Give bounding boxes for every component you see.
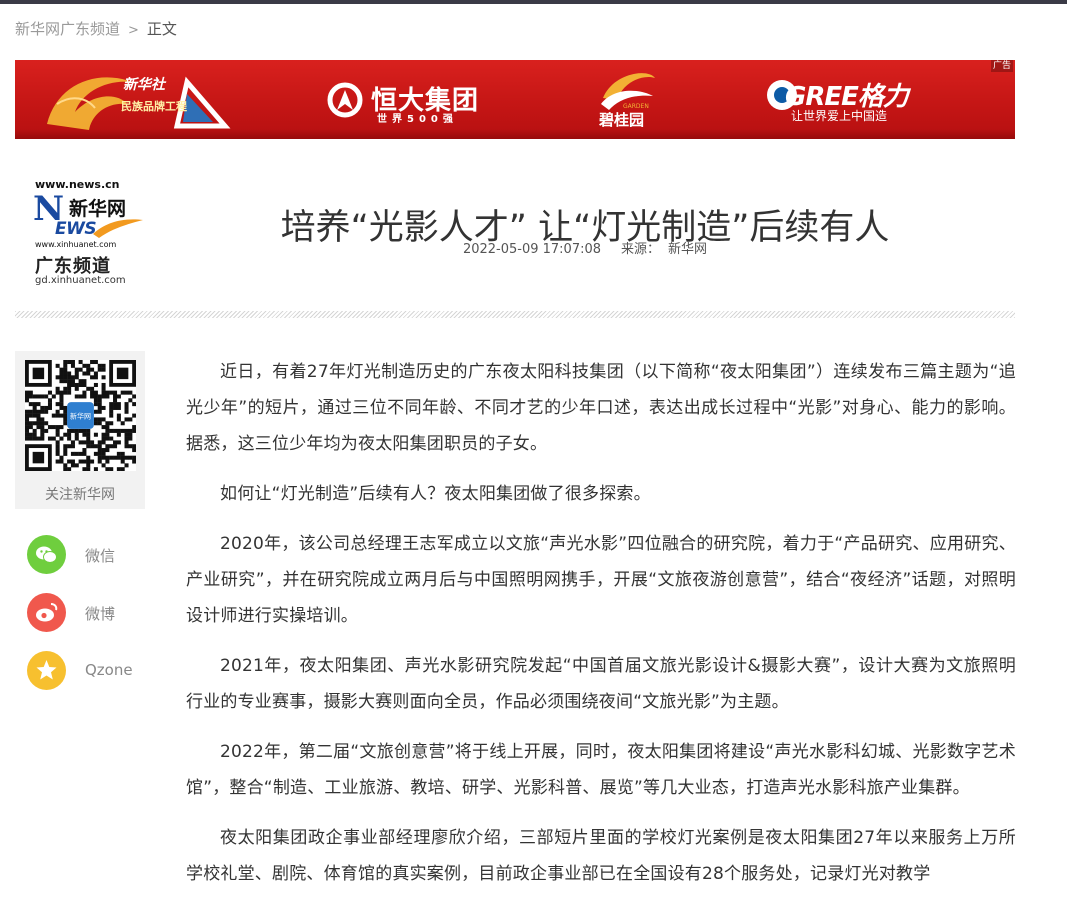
- weibo-icon: [27, 593, 66, 632]
- wechat-icon: [27, 535, 66, 574]
- breadcrumb: 新华网广东频道 > 正文: [15, 19, 177, 41]
- article-paragraph: 夜太阳集团政企事业部经理廖欣介绍，三部短片里面的学校灯光案例是夜太阳集团27年以…: [186, 828, 1016, 884]
- article-paragraph: 近日，有着27年灯光制造历史的广东夜太阳科技集团（以下简称“夜太阳集团”）连续发…: [186, 362, 1016, 454]
- xinhua-brand: 新华社: [123, 77, 165, 93]
- logo-ews-letters: EWS: [55, 219, 97, 239]
- share-wechat-label: 微信: [85, 547, 116, 565]
- top-bar: [0, 0, 1067, 4]
- article-paragraph: 2022年，第二届“文旅创意营”将于线上开展，同时，夜太阳集团将建设“声光水影科…: [186, 742, 1016, 798]
- qr-label: 关注新华网: [45, 487, 115, 503]
- breadcrumb-home-link[interactable]: 新华网广东频道: [15, 20, 120, 38]
- logo-swoosh-icon: [93, 219, 143, 238]
- share-weibo-label: 微博: [85, 605, 116, 623]
- article-source: 新华网: [668, 242, 708, 257]
- qzone-icon: [27, 651, 66, 690]
- logo-url-mid: www.xinhuanet.com: [35, 240, 117, 249]
- qr-code-icon: 新华网: [25, 360, 136, 471]
- article-meta: 2022-05-09 17:07:08 来源： 新华网: [170, 241, 1000, 259]
- divider: [15, 311, 1015, 318]
- article-paragraph: 2020年，该公司总经理王志军成立以文旅“声光水影”四位融合的研究院，着力于“产…: [186, 534, 1016, 626]
- svg-text:新华网: 新华网: [70, 412, 91, 421]
- qr-panel: 新华网 关注新华网: [15, 351, 145, 509]
- share-wechat-button[interactable]: 微信: [27, 535, 167, 575]
- article-paragraph: 如何让“灯光制造”后续有人？夜太阳集团做了很多探索。: [220, 484, 651, 504]
- hengda-mark-icon: [327, 82, 363, 118]
- ad-banner[interactable]: 广告 新华社 民族品牌工程 恒大集团 世界500强 GARDEN 碧桂园 GRE…: [15, 60, 1015, 139]
- share-weibo-button[interactable]: 微博: [27, 593, 167, 633]
- article-body: 近日，有着27年灯光制造历史的广东夜太阳科技集团（以下简称“夜太阳集团”）连续发…: [186, 354, 1016, 906]
- country-garden-name: 碧桂园: [599, 111, 645, 129]
- breadcrumb-current: 正文: [146, 20, 177, 38]
- hengda-sub: 世界500强: [377, 114, 458, 125]
- xinhua-project: 民族品牌工程: [121, 100, 187, 113]
- article-source-label: 来源：: [621, 242, 661, 257]
- article-paragraph: 2021年，夜太阳集团、声光水影研究院发起“中国首届文旅光影设计&摄影大赛”，设…: [186, 656, 1016, 712]
- breadcrumb-separator: >: [128, 23, 139, 38]
- xinhuanet-logo[interactable]: www.news.cn N EWS 新华网 www.xinhuanet.com …: [33, 178, 148, 290]
- share-qzone-label: Qzone: [85, 661, 133, 679]
- gree-slogan: 让世界爱上中国造: [791, 109, 888, 123]
- logo-url-bottom: gd.xinhuanet.com: [35, 275, 126, 286]
- article-date: 2022-05-09 17:07:08: [462, 242, 602, 257]
- ad-tag: 广告: [990, 60, 1013, 72]
- share-qzone-button[interactable]: Qzone: [27, 651, 167, 691]
